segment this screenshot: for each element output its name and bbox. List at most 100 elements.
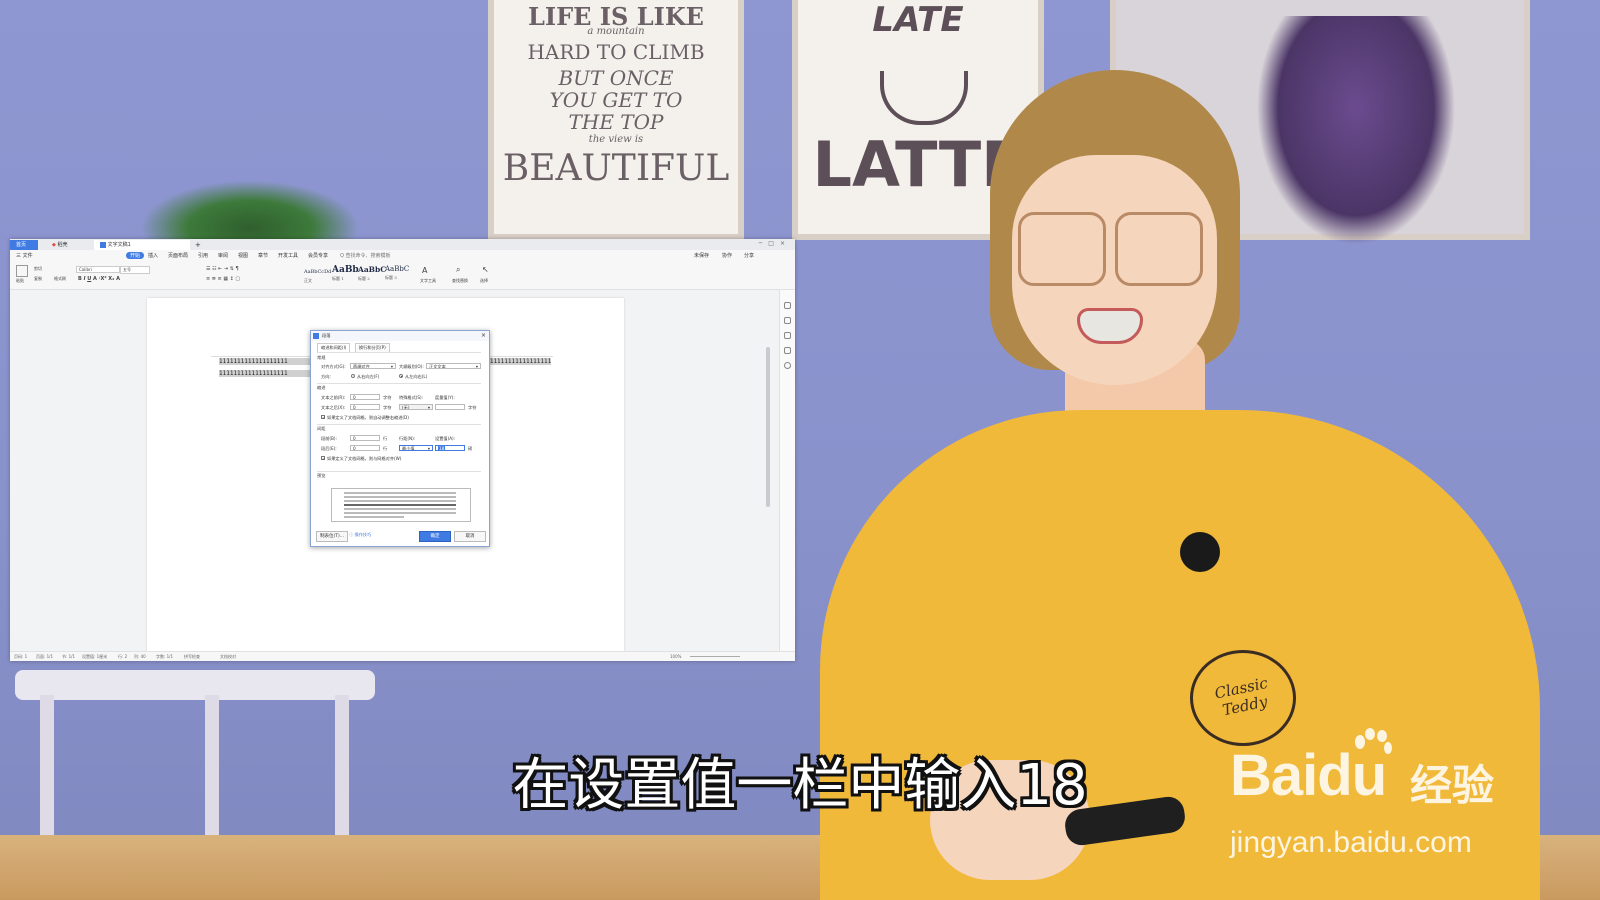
- menu-file[interactable]: 三 文件: [16, 252, 33, 259]
- find-replace-label[interactable]: 查找替换: [452, 278, 468, 284]
- sidebar-tools-icon[interactable]: [784, 347, 791, 354]
- style-heading2[interactable]: AaBbC 标题 2: [358, 265, 386, 285]
- status-compat[interactable]: 文档校对: [220, 654, 236, 660]
- tab-document[interactable]: 文字文稿1: [94, 240, 190, 250]
- zoom-level[interactable]: 100%: [670, 654, 681, 659]
- menu-insert[interactable]: 插入: [148, 252, 158, 259]
- new-tab-button[interactable]: +: [194, 240, 204, 250]
- tab-docer-label: 稻壳: [57, 242, 68, 248]
- format-painter-button[interactable]: 格式刷: [54, 276, 66, 282]
- text-tools-label[interactable]: 文字工具: [420, 278, 436, 284]
- close-icon[interactable]: ×: [780, 240, 791, 247]
- poster-line: THE TOP: [568, 110, 664, 134]
- outline-level-label: 大纲级别(O):: [399, 364, 424, 369]
- tips-link[interactable]: ⓘ 操作技巧: [349, 532, 371, 538]
- style-h1-sample: AaBb: [332, 265, 359, 275]
- menu-layout[interactable]: 页面布局: [168, 252, 188, 259]
- status-words[interactable]: 字数: 1/1: [156, 654, 173, 660]
- share-button[interactable]: 分享: [744, 252, 754, 259]
- menu-view[interactable]: 视图: [238, 252, 248, 259]
- command-search[interactable]: Q 查找命令、搜索模板: [340, 252, 391, 259]
- alignment-select[interactable]: 两端对齐 ▾: [350, 363, 396, 369]
- status-pages: 页面: 1/1: [36, 654, 54, 659]
- preview-line: [344, 516, 404, 518]
- menu-reference[interactable]: 引用: [198, 252, 208, 259]
- tab-indent-spacing[interactable]: 缩进和间距(I): [317, 343, 351, 352]
- ltr-radio[interactable]: [399, 374, 403, 378]
- video-frame: LIFE IS LIKE a mountain HARD TO CLIMB BU…: [0, 0, 1600, 900]
- line-spacing-select[interactable]: 最小值 ▾: [399, 445, 433, 451]
- align-tools[interactable]: ≡ ≣ ≡ ▦ ↕ ▢: [206, 276, 240, 282]
- menu-review[interactable]: 审阅: [218, 252, 228, 259]
- space-before-input[interactable]: 0: [350, 435, 380, 441]
- cancel-button[interactable]: 取消: [454, 531, 486, 542]
- chevron-down-icon: ▾: [390, 364, 393, 369]
- dialog-close-icon[interactable]: ×: [481, 331, 486, 341]
- style-normal[interactable]: AaBbCcDd 正文: [304, 265, 331, 285]
- cut-button[interactable]: 剪切: [34, 266, 42, 272]
- document-text-line[interactable]: 1111111111111111111: [219, 358, 311, 365]
- menu-dev[interactable]: 开发工具: [278, 252, 298, 259]
- spacing-grid-checkbox[interactable]: ✓: [321, 456, 325, 461]
- maximize-icon[interactable]: □: [768, 240, 780, 247]
- ok-button[interactable]: 确定: [419, 531, 451, 542]
- document-text-line[interactable]: 1111111111111111111: [219, 370, 311, 377]
- poster-life-is-like: LIFE IS LIKE a mountain HARD TO CLIMB BU…: [488, 0, 744, 240]
- setting-value-input[interactable]: 18: [435, 445, 465, 451]
- minimize-icon[interactable]: ─: [759, 240, 769, 247]
- find-icon[interactable]: ⌕: [456, 265, 460, 275]
- zoom-slider[interactable]: [690, 656, 740, 657]
- measure-input[interactable]: [435, 404, 465, 410]
- style-heading1[interactable]: AaBb 标题 1: [332, 265, 359, 285]
- vertical-scrollbar[interactable]: [765, 341, 771, 661]
- scroll-thumb[interactable]: [766, 347, 770, 507]
- before-text-input[interactable]: 0: [350, 394, 380, 400]
- outline-level-select[interactable]: 正文文本 ▾: [426, 363, 481, 369]
- group-spacing-label: 间距: [317, 426, 326, 431]
- menu-start[interactable]: 开始: [126, 252, 145, 259]
- copy-button[interactable]: 复制: [34, 276, 42, 282]
- menu-section[interactable]: 章节: [258, 252, 268, 259]
- paste-label[interactable]: 粘贴: [16, 278, 24, 284]
- sidebar-select-icon[interactable]: [784, 332, 791, 339]
- select-label[interactable]: 选择: [480, 278, 488, 284]
- dialog-titlebar[interactable]: 段落 ×: [311, 331, 489, 341]
- watermark-url: jingyan.baidu.com: [1230, 826, 1472, 859]
- setting-value-selected: 18: [438, 446, 446, 451]
- tab-line-page-break[interactable]: 换行和分页(P): [355, 343, 390, 352]
- paste-icon[interactable]: [16, 265, 28, 277]
- tab-docer[interactable]: ◆ 稻壳: [46, 240, 94, 250]
- tab-document-label: 文字文稿1: [107, 242, 131, 248]
- style-heading3[interactable]: AaBbC 标题 3: [385, 265, 411, 285]
- after-text-input[interactable]: 0: [350, 404, 380, 410]
- select-icon[interactable]: ↖: [482, 265, 489, 274]
- sidebar-style-icon[interactable]: [784, 302, 791, 309]
- sidebar-help-icon[interactable]: [784, 362, 791, 369]
- tab-home[interactable]: 首页: [10, 240, 38, 250]
- divider: [317, 383, 481, 384]
- rtl-radio[interactable]: [351, 374, 355, 378]
- indent-grid-checkbox[interactable]: ✓: [321, 415, 325, 420]
- tabs-button[interactable]: 制表位(T)...: [316, 531, 348, 542]
- space-before-label: 段前(B):: [321, 436, 337, 441]
- paragraph-tools[interactable]: ☰ ☷ ⇤ ⇥ ⇅ ¶: [206, 266, 239, 272]
- font-size-select[interactable]: 五号: [120, 266, 150, 274]
- group-preview-label: 预览: [317, 473, 326, 478]
- paragraph-preview: [331, 488, 471, 522]
- sidebar-edit-icon[interactable]: [784, 317, 791, 324]
- style-h3-sample: AaBbC: [385, 265, 410, 273]
- group-indent-label: 缩进: [317, 385, 326, 390]
- text-tools-icon[interactable]: A: [422, 266, 427, 275]
- poster-line: HARD TO CLIMB: [527, 40, 705, 64]
- unit-label: 行: [383, 436, 388, 441]
- cloud-status[interactable]: 未保存: [694, 252, 709, 259]
- paragraph-dialog: 段落 × 缩进和间距(I) 换行和分页(P) 常规 对齐方式(G): 两端对齐 ▾…: [310, 330, 490, 547]
- special-format-select[interactable]: (无) ▾: [399, 404, 433, 410]
- status-spell[interactable]: 拼写检查: [184, 654, 200, 660]
- font-name-select[interactable]: Calibri: [76, 266, 120, 273]
- collab-button[interactable]: 协作: [722, 252, 732, 259]
- bold-icon[interactable]: B I U A ·X² X₂ A: [78, 276, 120, 282]
- alignment-label: 对齐方式(G):: [321, 364, 346, 369]
- menu-member[interactable]: 会员专享: [308, 252, 328, 259]
- space-after-input[interactable]: 0: [350, 445, 380, 451]
